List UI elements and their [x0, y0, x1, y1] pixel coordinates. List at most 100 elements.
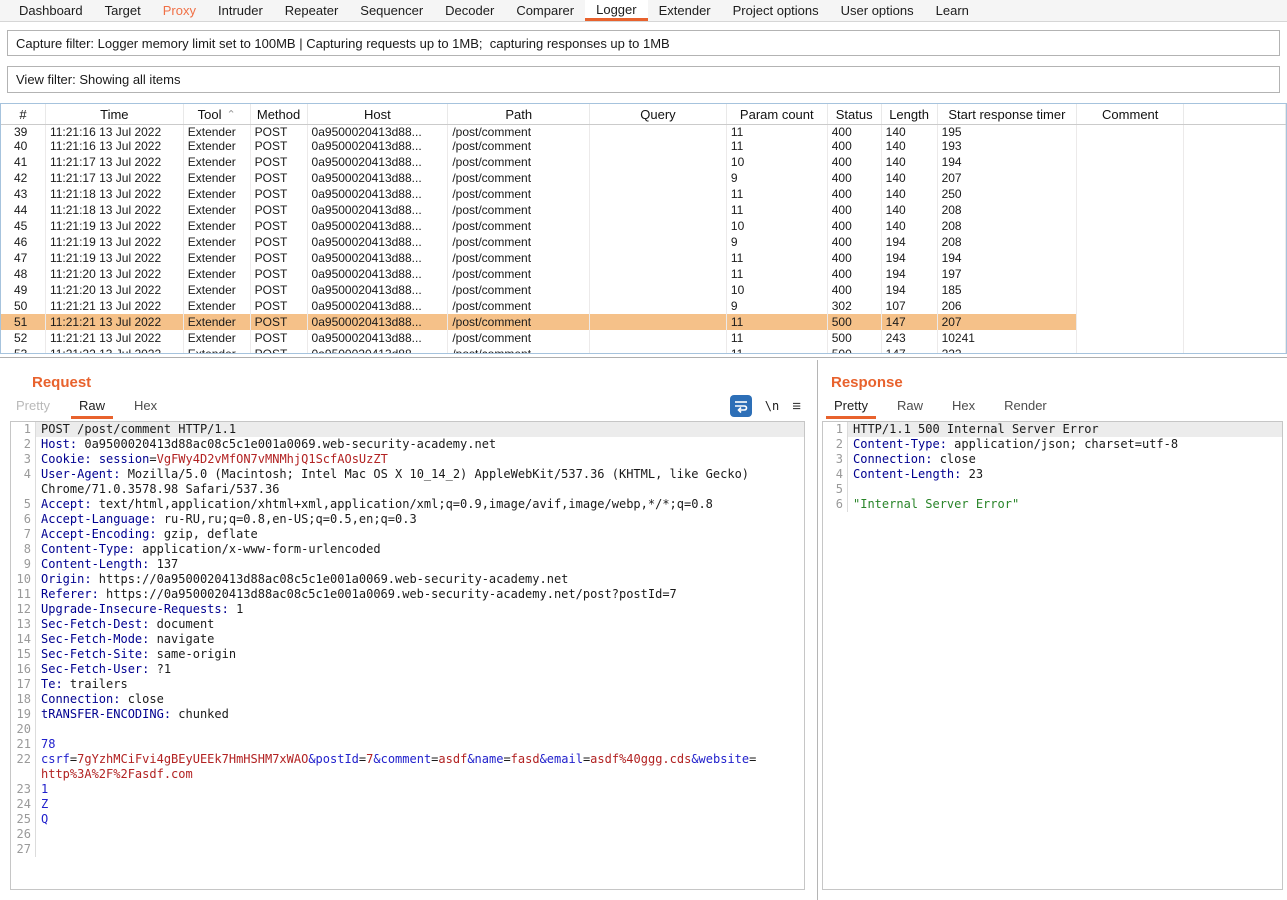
menu-item-sequencer[interactable]: Sequencer	[349, 0, 434, 21]
column-header-tool[interactable]: Tool⌃	[184, 104, 251, 124]
editor-line: 6Accept-Language: ru-RU,ru;q=0.8,en-US;q…	[11, 512, 804, 527]
newline-toggle-icon[interactable]: \n	[765, 399, 779, 413]
cell-status: 400	[828, 202, 882, 218]
table-row[interactable]: 3911:21:16 13 Jul 2022ExtenderPOST0a9500…	[1, 125, 1286, 138]
column-header-param-count[interactable]: Param count	[727, 104, 828, 124]
capture-filter-bar[interactable]: Capture filter: Logger memory limit set …	[7, 30, 1280, 56]
line-text: tRANSFER-ENCODING: chunked	[36, 707, 804, 722]
column-header-length[interactable]: Length	[882, 104, 938, 124]
menu-bar: DashboardTargetProxyIntruderRepeaterSequ…	[0, 0, 1287, 22]
cell-path: /post/comment	[448, 330, 590, 346]
menu-item-target[interactable]: Target	[94, 0, 152, 21]
cell-filler	[1184, 125, 1286, 138]
column-header-status[interactable]: Status	[828, 104, 882, 124]
cell-tool: Extender	[184, 346, 251, 354]
table-row[interactable]: 4111:21:17 13 Jul 2022ExtenderPOST0a9500…	[1, 154, 1286, 170]
table-row[interactable]: 4811:21:20 13 Jul 2022ExtenderPOST0a9500…	[1, 266, 1286, 282]
column-header-query[interactable]: Query	[590, 104, 727, 124]
cell-comment	[1077, 154, 1184, 170]
column-header-#[interactable]: #	[1, 104, 46, 124]
cell-timer: 208	[938, 202, 1078, 218]
editor-line: 22csrf=7gYzhMCiFvi4gBEyUEEk7HmHSHM7xWAO&…	[11, 752, 804, 767]
request-panel: Request PrettyRawHex \n ≡ 1POST /post/co…	[0, 360, 817, 900]
menu-item-decoder[interactable]: Decoder	[434, 0, 505, 21]
menu-item-extender[interactable]: Extender	[648, 0, 722, 21]
view-filter-bar[interactable]: View filter: Showing all items	[7, 66, 1280, 93]
table-row[interactable]: 4011:21:16 13 Jul 2022ExtenderPOST0a9500…	[1, 138, 1286, 154]
editor-line: 25Q	[11, 812, 804, 827]
cell-filler	[1184, 186, 1286, 202]
column-header-method[interactable]: Method	[251, 104, 308, 124]
response-editor[interactable]: 1HTTP/1.1 500 Internal Server Error2Cont…	[822, 421, 1283, 890]
request-tab-raw[interactable]: Raw	[71, 398, 113, 419]
column-header-start-response-timer[interactable]: Start response timer	[938, 104, 1078, 124]
editor-line: 8Content-Type: application/x-www-form-ur…	[11, 542, 804, 557]
menu-item-user-options[interactable]: User options	[830, 0, 925, 21]
response-tab-pretty[interactable]: Pretty	[826, 398, 876, 419]
cell-query	[590, 125, 727, 138]
menu-item-logger[interactable]: Logger	[585, 0, 647, 21]
cell-host: 0a9500020413d88...	[308, 282, 449, 298]
line-text: 1	[36, 782, 804, 797]
line-text	[36, 722, 804, 737]
line-text: Accept-Encoding: gzip, deflate	[36, 527, 804, 542]
menu-item-intruder[interactable]: Intruder	[207, 0, 274, 21]
table-row[interactable]: 4711:21:19 13 Jul 2022ExtenderPOST0a9500…	[1, 250, 1286, 266]
table-row[interactable]: 5311:21:22 13 Jul 2022ExtenderPOST0a9500…	[1, 346, 1286, 354]
column-header-time[interactable]: Time	[46, 104, 184, 124]
line-number: 24	[11, 797, 36, 812]
table-row[interactable]: 4411:21:18 13 Jul 2022ExtenderPOST0a9500…	[1, 202, 1286, 218]
line-text: csrf=7gYzhMCiFvi4gBEyUEEk7HmHSHM7xWAO&po…	[36, 752, 804, 767]
editor-line: 4Content-Length: 23	[823, 467, 1282, 482]
column-header-host[interactable]: Host	[308, 104, 449, 124]
cell-tool: Extender	[184, 138, 251, 154]
cell-timer: 197	[938, 266, 1078, 282]
table-row[interactable]: 5211:21:21 13 Jul 2022ExtenderPOST0a9500…	[1, 330, 1286, 346]
cell-id: 45	[1, 218, 46, 234]
cell-path: /post/comment	[448, 314, 590, 330]
menu-item-proxy[interactable]: Proxy	[152, 0, 207, 21]
cell-time: 11:21:19 13 Jul 2022	[46, 250, 184, 266]
cell-host: 0a9500020413d88...	[308, 154, 449, 170]
cell-id: 53	[1, 346, 46, 354]
cell-status: 500	[828, 314, 882, 330]
table-row[interactable]: 4611:21:19 13 Jul 2022ExtenderPOST0a9500…	[1, 234, 1286, 250]
line-text: Q	[36, 812, 804, 827]
cell-id: 52	[1, 330, 46, 346]
table-row[interactable]: 4211:21:17 13 Jul 2022ExtenderPOST0a9500…	[1, 170, 1286, 186]
cell-method: POST	[251, 186, 308, 202]
cell-status: 400	[828, 266, 882, 282]
request-tab-hex[interactable]: Hex	[126, 398, 165, 419]
cell-length: 194	[882, 234, 938, 250]
cell-param_count: 11	[727, 186, 828, 202]
table-row[interactable]: 5011:21:21 13 Jul 2022ExtenderPOST0a9500…	[1, 298, 1286, 314]
menu-item-repeater[interactable]: Repeater	[274, 0, 349, 21]
response-tab-render[interactable]: Render	[996, 398, 1055, 419]
cell-tool: Extender	[184, 218, 251, 234]
menu-item-learn[interactable]: Learn	[925, 0, 980, 21]
horizontal-splitter[interactable]	[0, 357, 1287, 358]
column-header-comment[interactable]: Comment	[1077, 104, 1184, 124]
line-number: 10	[11, 572, 36, 587]
response-tab-hex[interactable]: Hex	[944, 398, 983, 419]
editor-menu-icon[interactable]: ≡	[792, 398, 801, 415]
column-header-path[interactable]: Path	[448, 104, 590, 124]
cell-id: 50	[1, 298, 46, 314]
table-row[interactable]: 4311:21:18 13 Jul 2022ExtenderPOST0a9500…	[1, 186, 1286, 202]
menu-item-project-options[interactable]: Project options	[722, 0, 830, 21]
menu-item-dashboard[interactable]: Dashboard	[8, 0, 94, 21]
response-panel: Response PrettyRawHexRender 1HTTP/1.1 50…	[818, 360, 1287, 900]
line-number: 3	[11, 452, 36, 467]
cell-host: 0a9500020413d88...	[308, 330, 449, 346]
table-row[interactable]: 4511:21:19 13 Jul 2022ExtenderPOST0a9500…	[1, 218, 1286, 234]
request-tab-pretty[interactable]: Pretty	[8, 398, 58, 419]
menu-item-comparer[interactable]: Comparer	[505, 0, 585, 21]
response-tab-raw[interactable]: Raw	[889, 398, 931, 419]
cell-length: 243	[882, 330, 938, 346]
table-row[interactable]: 5111:21:21 13 Jul 2022ExtenderPOST0a9500…	[1, 314, 1286, 330]
request-editor[interactable]: 1POST /post/comment HTTP/1.12Host: 0a950…	[10, 421, 805, 890]
table-row[interactable]: 4911:21:20 13 Jul 2022ExtenderPOST0a9500…	[1, 282, 1286, 298]
line-number: 17	[11, 677, 36, 692]
cell-timer: 193	[938, 138, 1078, 154]
word-wrap-icon[interactable]	[730, 395, 752, 417]
